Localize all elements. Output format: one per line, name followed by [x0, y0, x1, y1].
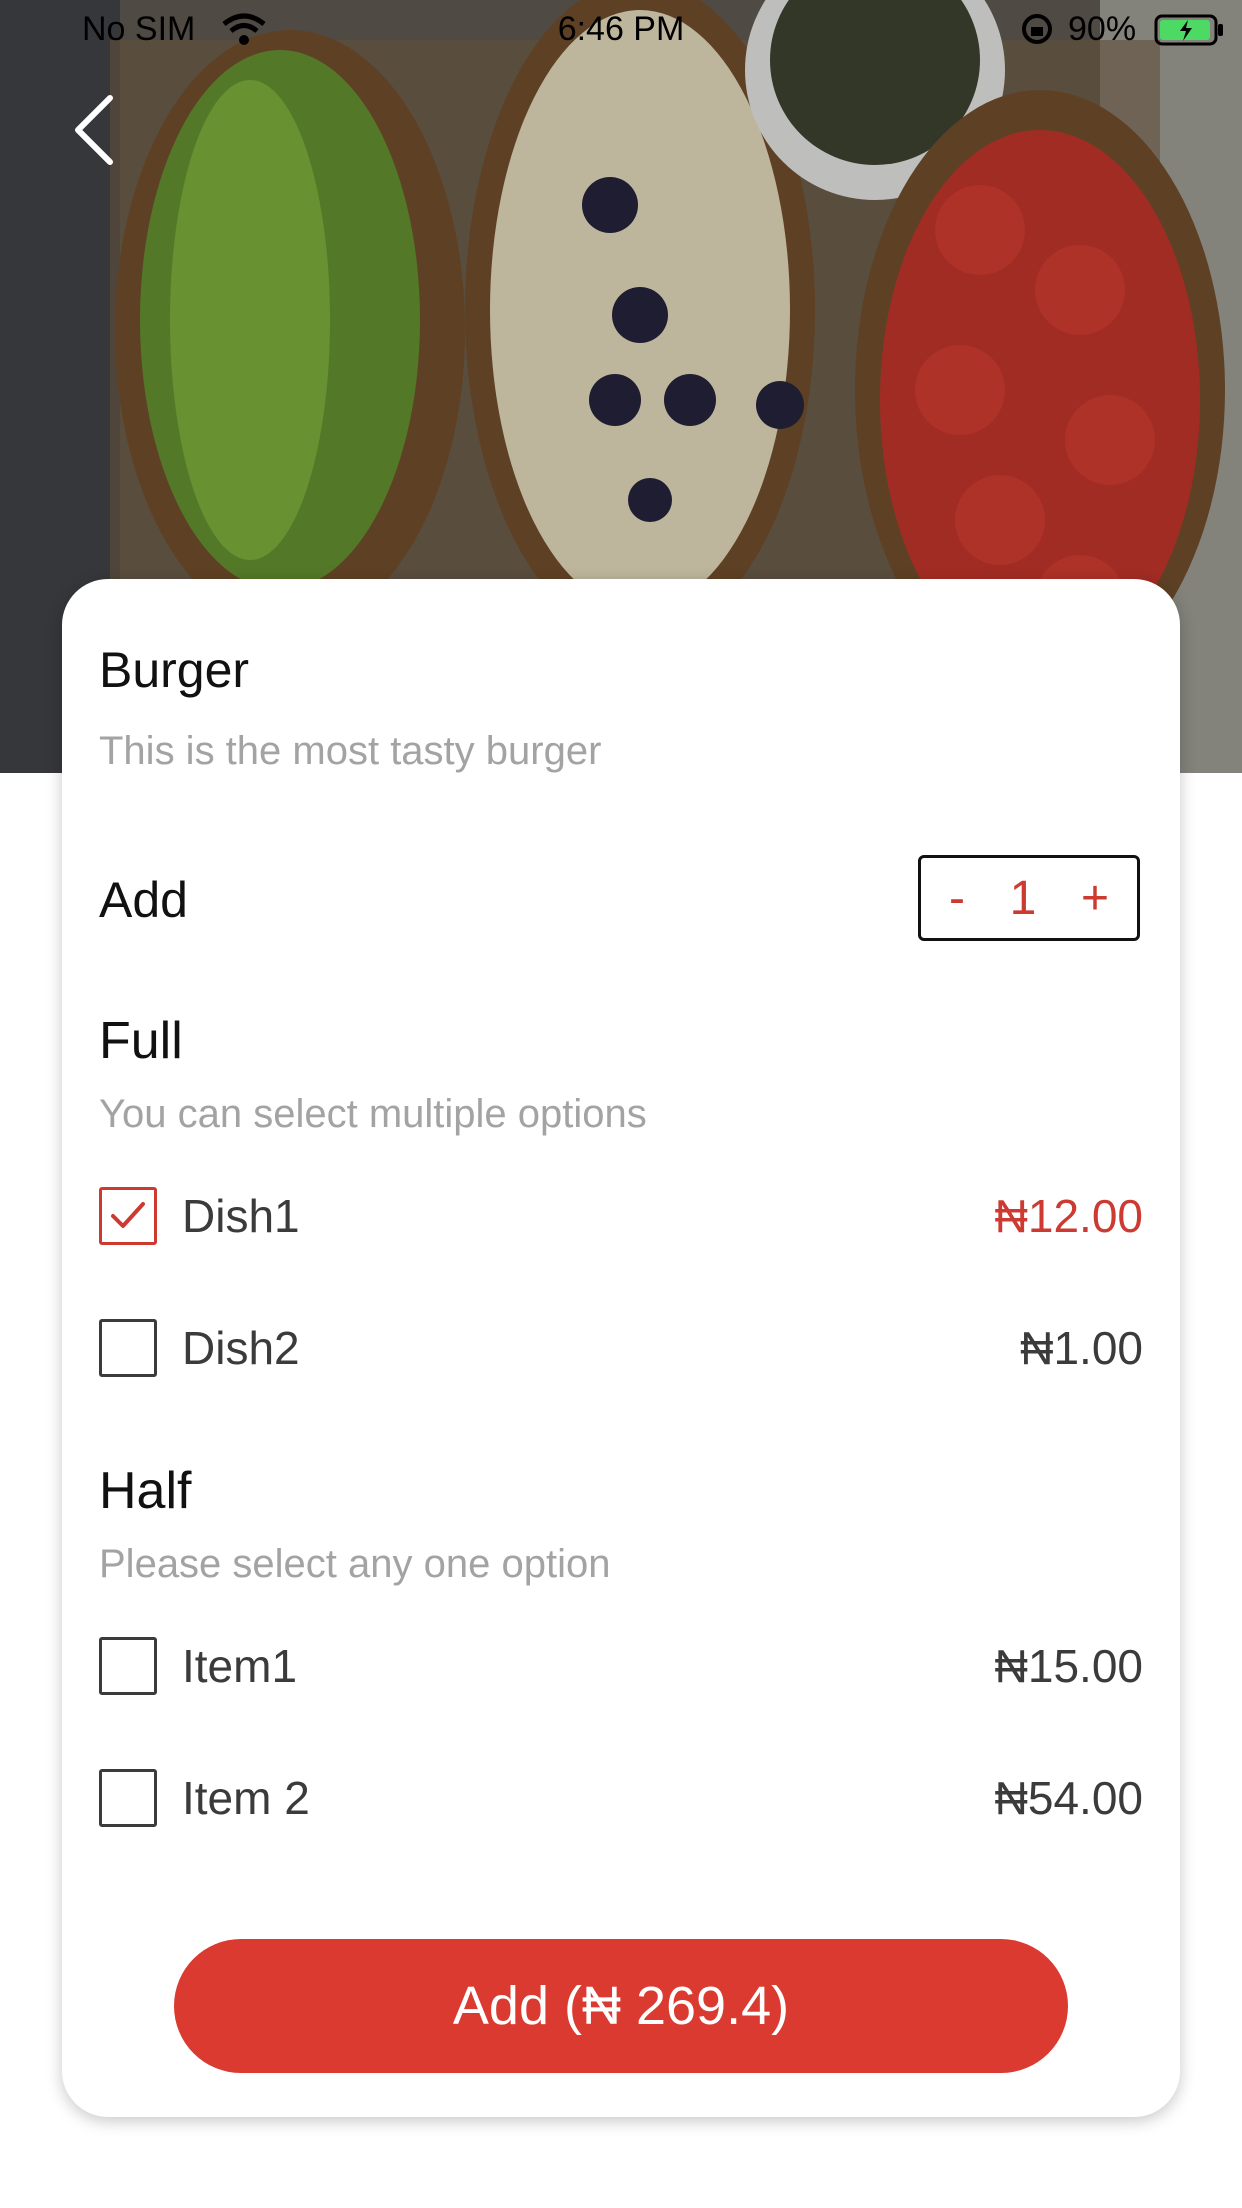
back-button[interactable] [60, 90, 130, 170]
add-to-cart-button[interactable]: Add (₦ 269.4) [174, 1939, 1068, 2073]
option-price: ₦54.00 [994, 1772, 1143, 1824]
option-price: ₦1.00 [1020, 1322, 1143, 1374]
quantity-stepper: - 1 + [918, 855, 1140, 941]
chevron-left-icon [75, 95, 113, 165]
battery-percent: 90% [1068, 10, 1137, 48]
checkbox-checked[interactable] [99, 1187, 157, 1245]
product-card: Burger This is the most tasty burger Add… [62, 579, 1180, 2117]
section-hint-half: Please select any one option [99, 1542, 611, 1586]
option-label: Dish1 [182, 1190, 300, 1242]
option-label: Item1 [182, 1640, 298, 1692]
status-bar: No SIM 6:46 PM 90% [0, 0, 1242, 60]
checkbox-unchecked[interactable] [99, 1769, 157, 1827]
quantity-label: Add [99, 872, 188, 928]
option-dish1[interactable]: Dish1 ₦12.00 [99, 1181, 1143, 1251]
increment-button[interactable]: + [1081, 871, 1109, 926]
option-price: ₦15.00 [994, 1640, 1143, 1692]
decrement-button[interactable]: - [949, 871, 965, 926]
orientation-lock-icon [1020, 12, 1056, 55]
battery-icon [1154, 14, 1224, 55]
option-label: Item 2 [182, 1772, 310, 1824]
option-dish2[interactable]: Dish2 ₦1.00 [99, 1313, 1143, 1383]
section-hint-full: You can select multiple options [99, 1092, 647, 1136]
option-price: ₦12.00 [994, 1190, 1143, 1242]
option-item1[interactable]: Item1 ₦15.00 [99, 1631, 1143, 1701]
checkmark-icon [111, 1202, 145, 1228]
section-title-full: Full [99, 1012, 183, 1070]
quantity-value: 1 [1009, 871, 1037, 925]
option-item2[interactable]: Item 2 ₦54.00 [99, 1763, 1143, 1833]
checkbox-unchecked[interactable] [99, 1637, 157, 1695]
option-label: Dish2 [182, 1322, 300, 1374]
product-description: This is the most tasty burger [99, 729, 602, 773]
section-title-half: Half [99, 1462, 192, 1520]
checkbox-unchecked[interactable] [99, 1319, 157, 1377]
product-title: Burger [99, 642, 250, 698]
